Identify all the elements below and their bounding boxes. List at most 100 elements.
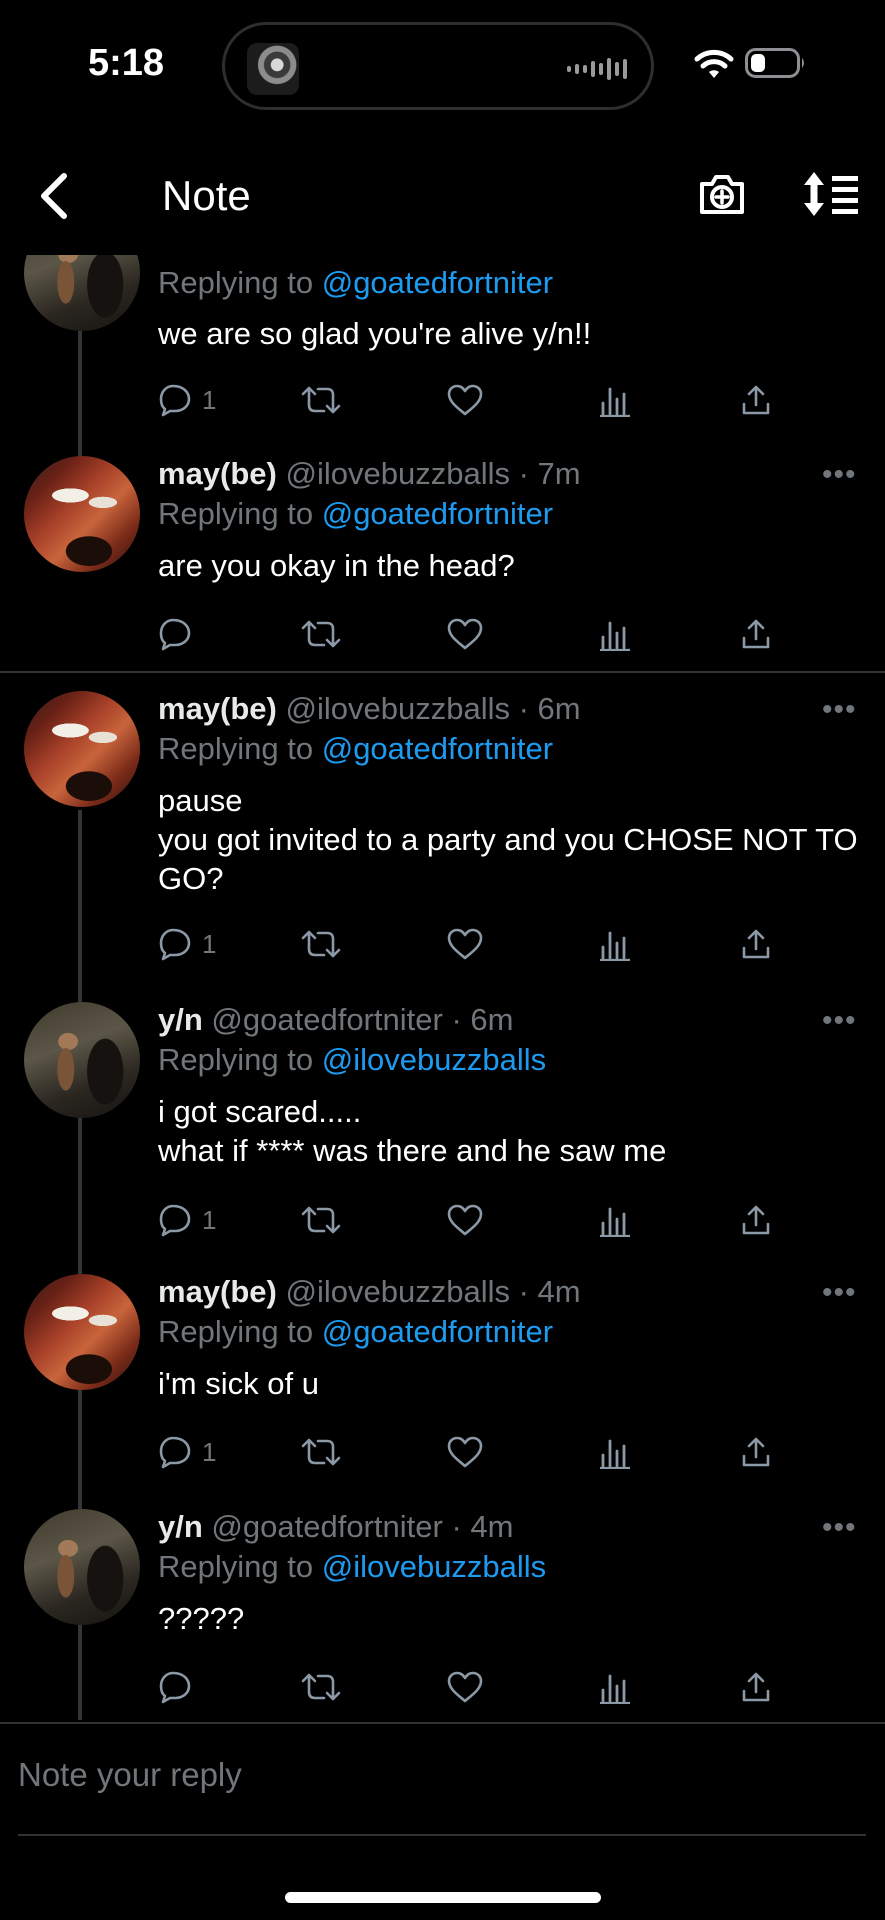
post-actions: 1: [158, 1198, 798, 1242]
replying-to-line: Replying to @ilovebuzzballs: [158, 1041, 546, 1079]
share-button[interactable]: [740, 1430, 772, 1474]
camera-plus-icon[interactable]: [696, 168, 748, 220]
display-name[interactable]: may(be): [158, 1274, 277, 1309]
user-handle[interactable]: @ilovebuzzballs: [286, 691, 510, 726]
display-name[interactable]: y/n: [158, 1509, 203, 1544]
more-options-icon[interactable]: •••: [822, 1278, 857, 1308]
display-name[interactable]: may(be): [158, 691, 277, 726]
share-button[interactable]: [740, 378, 772, 422]
post-text: we are so glad you're alive y/n!!: [158, 316, 592, 351]
share-button[interactable]: [740, 922, 772, 966]
reply-button[interactable]: [158, 612, 202, 656]
reply-button[interactable]: 1: [158, 1430, 216, 1474]
more-options-icon[interactable]: •••: [822, 695, 857, 725]
reply-icon: [159, 1671, 191, 1704]
share-button[interactable]: [740, 1198, 772, 1242]
post-actions: 1: [158, 1430, 798, 1474]
status-bar: 5:18: [0, 0, 885, 130]
like-button[interactable]: [446, 1198, 484, 1242]
user-handle[interactable]: @goatedfortniter: [211, 1509, 442, 1544]
mention-link[interactable]: @goatedfortniter: [322, 1314, 553, 1349]
views-button[interactable]: [600, 1198, 632, 1242]
battery-icon: [745, 48, 804, 78]
wifi-icon: [694, 49, 734, 78]
post-time: 4m: [470, 1509, 514, 1544]
reply-button[interactable]: [158, 1665, 202, 1709]
views-icon: [600, 387, 630, 417]
post-header: may(be) @ilovebuzzballs · 4m: [158, 1273, 581, 1311]
like-button[interactable]: [446, 612, 484, 656]
retweet-icon: [301, 620, 341, 648]
sort-list-icon[interactable]: [802, 168, 860, 220]
views-button[interactable]: [600, 922, 632, 966]
yn-avatar[interactable]: [24, 1509, 140, 1625]
reply-feed[interactable]: Replying to @goatedfortniter we are so g…: [0, 255, 885, 1720]
reply-composer: [0, 1722, 885, 1836]
views-button[interactable]: [600, 378, 632, 422]
retweet-button[interactable]: [300, 1665, 342, 1709]
yn-avatar[interactable]: [24, 255, 140, 331]
divider: [18, 1834, 866, 1836]
audio-visualizer-icon: [567, 57, 627, 81]
now-playing-artwork[interactable]: [247, 43, 299, 95]
retweet-button[interactable]: [300, 612, 342, 656]
retweet-button[interactable]: [300, 922, 342, 966]
reply-button[interactable]: 1: [158, 922, 216, 966]
more-options-icon[interactable]: •••: [822, 460, 857, 490]
replying-to-label: Replying to: [158, 265, 322, 300]
views-button[interactable]: [600, 1430, 632, 1474]
mention-link[interactable]: @ilovebuzzballs: [322, 1549, 546, 1584]
like-button[interactable]: [446, 922, 484, 966]
dynamic-island[interactable]: [222, 22, 654, 110]
like-icon: [447, 1436, 483, 1468]
reply-button[interactable]: 1: [158, 378, 216, 422]
views-icon: [600, 1439, 630, 1469]
retweet-button[interactable]: [300, 378, 342, 422]
mention-link[interactable]: @goatedfortniter: [322, 496, 553, 531]
share-icon: [742, 929, 770, 959]
like-button[interactable]: [446, 378, 484, 422]
more-options-icon[interactable]: •••: [822, 1513, 857, 1543]
views-button[interactable]: [600, 1665, 632, 1709]
share-icon: [742, 619, 770, 649]
reply-input[interactable]: [18, 1750, 818, 1800]
may-avatar[interactable]: [24, 691, 140, 807]
mention-link[interactable]: @goatedfortniter: [322, 731, 553, 766]
like-icon: [447, 928, 483, 960]
mention-link[interactable]: @goatedfortniter: [322, 265, 553, 300]
post-actions: 1: [158, 378, 798, 422]
display-name[interactable]: may(be): [158, 456, 277, 491]
share-button[interactable]: [740, 612, 772, 656]
share-icon: [742, 385, 770, 415]
more-options-icon[interactable]: •••: [822, 1006, 857, 1036]
like-button[interactable]: [446, 1430, 484, 1474]
user-handle[interactable]: @ilovebuzzballs: [286, 1274, 510, 1309]
retweet-button[interactable]: [300, 1198, 342, 1242]
reply-button[interactable]: 1: [158, 1198, 216, 1242]
share-icon: [742, 1437, 770, 1467]
post-header: y/n @goatedfortniter · 4m: [158, 1508, 513, 1546]
share-button[interactable]: [740, 1665, 772, 1709]
retweet-button[interactable]: [300, 1430, 342, 1474]
replying-to-label: Replying to: [158, 1314, 322, 1349]
mention-link[interactable]: @ilovebuzzballs: [322, 1042, 546, 1077]
chevron-left-icon[interactable]: [30, 168, 80, 224]
post-actions: [158, 1665, 798, 1709]
retweet-icon: [301, 386, 341, 414]
display-name[interactable]: y/n: [158, 1002, 203, 1037]
replying-to-line: Replying to @goatedfortniter: [158, 730, 553, 768]
like-button[interactable]: [446, 1665, 484, 1709]
replying-to-line: Replying to @goatedfortniter: [158, 1313, 553, 1351]
may-avatar[interactable]: [24, 1274, 140, 1390]
separator-dot: ·: [518, 1274, 529, 1309]
page-title: Note: [162, 172, 251, 219]
user-handle[interactable]: @goatedfortniter: [211, 1002, 442, 1037]
views-button[interactable]: [600, 612, 632, 656]
may-avatar[interactable]: [24, 456, 140, 572]
home-indicator[interactable]: [285, 1892, 601, 1903]
post-text: i got scared..... what if **** was there…: [158, 1094, 667, 1168]
user-handle[interactable]: @ilovebuzzballs: [286, 456, 510, 491]
reply-count: 1: [202, 384, 217, 415]
yn-avatar[interactable]: [24, 1002, 140, 1118]
replying-to-line: Replying to @ilovebuzzballs: [158, 1548, 546, 1586]
